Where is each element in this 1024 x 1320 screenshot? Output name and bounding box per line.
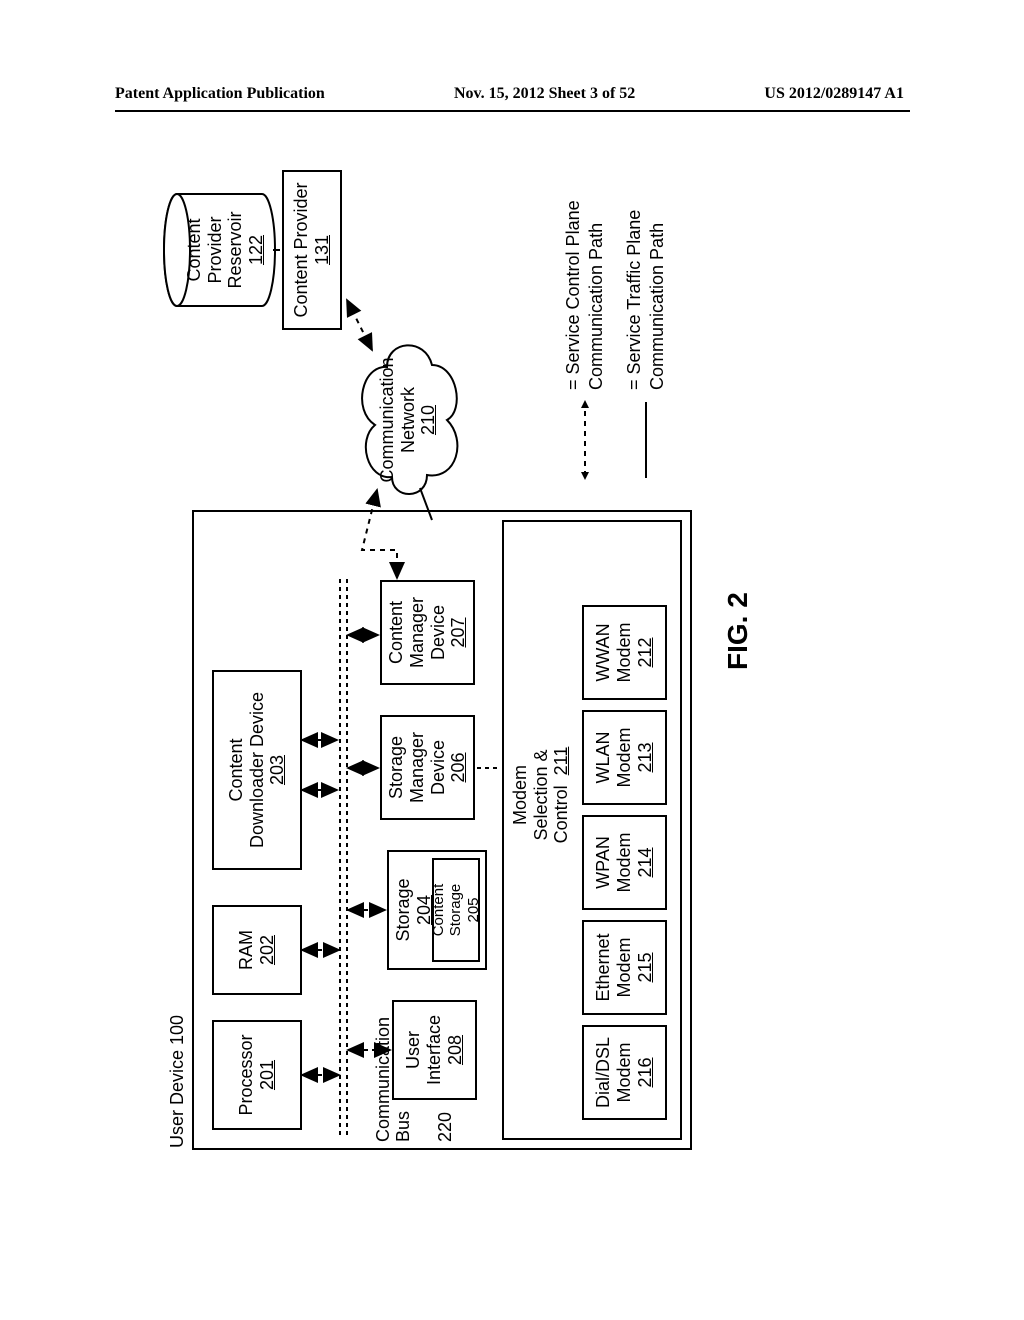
storage-label: Storage [393,878,414,941]
page-header: Patent Application Publication Nov. 15, … [0,85,1024,103]
content-manager-box: Content Manager Device 207 [380,580,475,685]
processor-label: Processor [236,1034,257,1115]
ethernet-ref: 215 [635,952,656,982]
bus-ref: 220 [435,1112,455,1142]
content-storage-label: Content Storage [430,884,465,937]
content-storage-ref: 205 [465,897,482,922]
network-label: Communication Network [377,357,418,482]
wpan-label: WPAN Modem [593,832,634,892]
processor-ref: 201 [257,1060,278,1090]
legend-traffic-row: = Service Traffic Plane Communication Pa… [623,150,670,480]
legend-traffic-text: = Service Traffic Plane Communication Pa… [623,150,670,390]
wwan-box: WWAN Modem 212 [582,605,667,700]
wlan-box: WLAN Modem 213 [582,710,667,805]
modem-sel-ref: 211 [551,747,571,776]
storage-manager-label: Storage Manager Device [386,732,448,803]
figure-label: FIG. 2 [722,592,754,670]
reservoir-ref: 122 [246,235,266,265]
wwan-ref: 212 [635,637,656,667]
legend-control-line [578,400,592,480]
reservoir-label: Content Provider Reservoir [184,211,245,288]
content-downloader-label: Content Downloader Device [226,692,267,848]
processor-box: Processor 201 [212,1020,302,1130]
dial-dsl-ref: 216 [635,1057,656,1087]
content-provider-label: Content Provider [291,182,312,317]
wwan-label: WWAN Modem [593,622,634,682]
modem-sel-label: Modem Selection & Control 211 [510,710,572,880]
ethernet-label: Ethernet Modem [593,933,634,1001]
reservoir-cylinder: Content Provider Reservoir 122 [162,190,277,310]
ram-box: RAM 202 [212,905,302,995]
ui-label: User Interface [403,1015,444,1085]
legend-control-row: = Service Control Plane Communication Pa… [562,150,609,480]
legend-control-text: = Service Control Plane Communication Pa… [562,150,609,390]
network-ref: 210 [418,405,438,435]
ram-label: RAM [236,930,257,970]
wlan-ref: 213 [635,742,656,772]
content-storage-box: Content Storage 205 [432,858,480,962]
wpan-box: WPAN Modem 214 [582,815,667,910]
storage-manager-ref: 206 [448,752,469,782]
diagram-canvas: User Device 100 Modem Selection & Contro… [162,160,862,1160]
ram-ref: 202 [257,935,278,965]
legend-traffic-line [639,400,653,480]
storage-manager-box: Storage Manager Device 206 [380,715,475,820]
ui-ref: 208 [445,1035,466,1065]
user-device-title: User Device 100 [167,1015,188,1148]
content-downloader-box: Content Downloader Device 203 [212,670,302,870]
user-interface-box: User Interface 208 [392,1000,477,1100]
content-provider-box: Content Provider 131 [282,170,342,330]
wlan-label: WLAN Modem [593,727,634,787]
content-manager-label: Content Manager Device [386,597,448,668]
content-downloader-ref: 203 [267,755,288,785]
header-right: US 2012/0289147 A1 [764,85,904,103]
wpan-ref: 214 [635,847,656,877]
header-center: Nov. 15, 2012 Sheet 3 of 52 [454,85,635,103]
ethernet-box: Ethernet Modem 215 [582,920,667,1015]
content-manager-ref: 207 [448,617,469,647]
dial-dsl-label: Dial/DSL Modem [593,1037,634,1108]
header-left: Patent Application Publication [115,85,325,103]
legend: = Service Control Plane Communication Pa… [562,150,684,480]
dial-dsl-box: Dial/DSL Modem 216 [582,1025,667,1120]
header-divider [115,110,910,112]
content-provider-ref: 131 [312,235,333,265]
network-cloud: Communication Network 210 [347,335,472,505]
